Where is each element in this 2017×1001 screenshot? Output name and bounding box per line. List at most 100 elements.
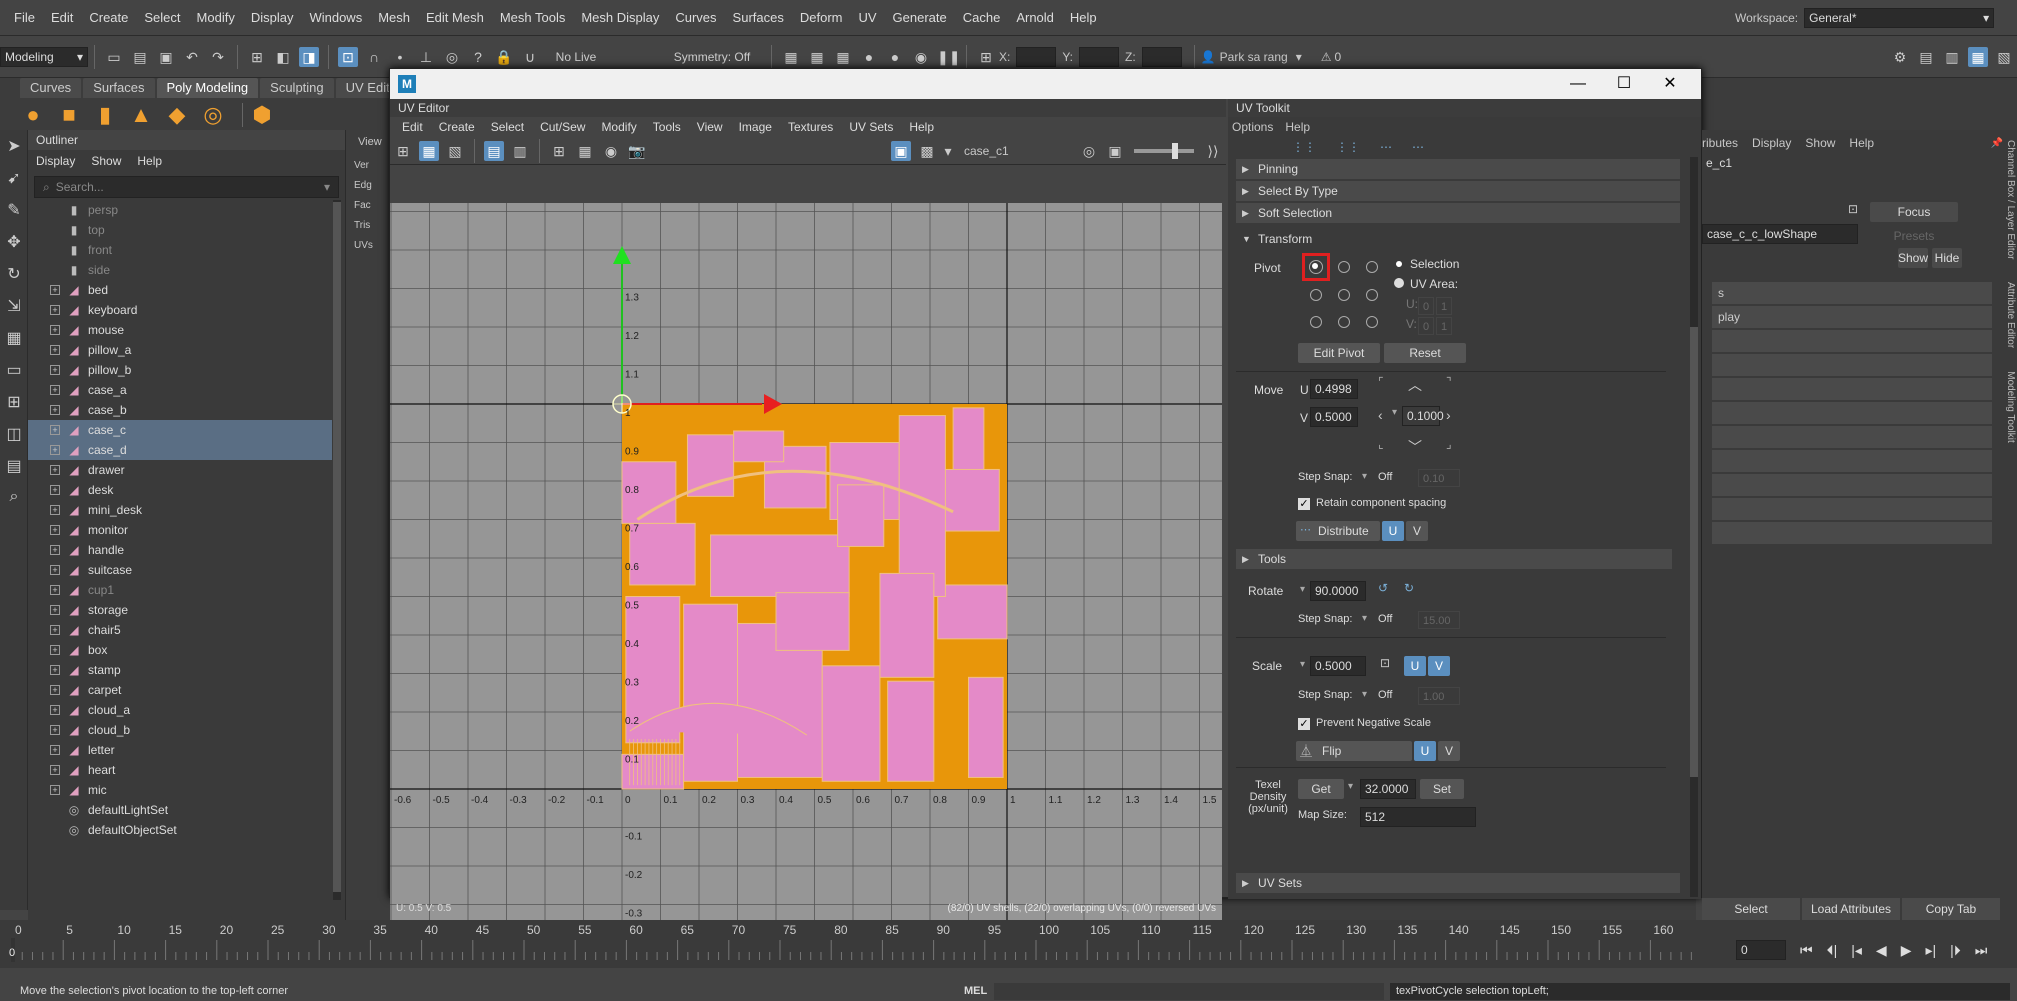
move-left-icon[interactable]: ‹: [1378, 407, 1383, 423]
attribute-row[interactable]: [1712, 330, 1992, 352]
snap-surface-icon[interactable]: ◎: [442, 47, 462, 67]
uv-shell[interactable]: [837, 484, 885, 547]
chevron-down-icon[interactable]: ▾: [1362, 689, 1367, 700]
shelf-tab-poly-modeling[interactable]: Poly Modeling: [156, 78, 259, 98]
uv-menu-uv-sets[interactable]: UV Sets: [849, 120, 893, 134]
uv-menu-create[interactable]: Create: [439, 120, 475, 134]
outliner-item[interactable]: + ◢ bed: [28, 280, 332, 300]
outliner-item[interactable]: + ◢ case_b: [28, 400, 332, 420]
step-back-key-icon[interactable]: ⏴|: [1827, 942, 1838, 959]
uv-pixel-snap-icon[interactable]: ▦: [575, 141, 595, 161]
uv-orient-icon[interactable]: ⋯: [1380, 140, 1392, 154]
texel-get-button[interactable]: Get: [1298, 779, 1344, 799]
arnold-icon[interactable]: ◉: [911, 47, 931, 67]
section-transform[interactable]: Transform: [1236, 229, 1680, 249]
move-up-left-icon[interactable]: ⌜: [1378, 375, 1384, 389]
scale-tool-icon[interactable]: ⇲: [3, 296, 25, 322]
pivot-top-left[interactable]: [1309, 260, 1323, 274]
section-pinning[interactable]: Pinning: [1236, 159, 1680, 179]
outliner-search[interactable]: ⌕ Search... ▾: [34, 176, 339, 198]
uv-layout-icon[interactable]: ⋯: [1412, 140, 1424, 154]
uv-shell[interactable]: [629, 522, 696, 586]
outliner-item[interactable]: + ◢ cloud_b: [28, 720, 332, 740]
menu-file[interactable]: File: [6, 0, 43, 36]
expand-icon[interactable]: +: [50, 525, 60, 535]
snap-curve-icon[interactable]: ∩: [364, 47, 384, 67]
uv-menu-modify[interactable]: Modify: [601, 120, 636, 134]
redo-icon[interactable]: ↷: [208, 47, 228, 67]
move-right-icon[interactable]: ›: [1446, 407, 1451, 423]
uv-shell[interactable]: [775, 592, 850, 651]
outliner-item[interactable]: ◎ defaultLightSet: [28, 800, 332, 820]
pivot-bottom-left[interactable]: [1310, 316, 1322, 328]
uv-menu-tools[interactable]: Tools: [653, 120, 681, 134]
minimize-icon[interactable]: —: [1555, 69, 1601, 99]
section-soft-selection[interactable]: Soft Selection: [1236, 203, 1680, 223]
uv-snapshot-icon[interactable]: 📷: [627, 141, 647, 161]
ipr-icon[interactable]: ▦: [833, 47, 853, 67]
chevron-down-icon[interactable]: ▾: [1300, 659, 1305, 670]
poly-plane-icon[interactable]: ◆: [164, 102, 190, 128]
pivot-selection-radio[interactable]: [1394, 259, 1404, 269]
view-menu[interactable]: View: [358, 136, 382, 148]
move-down-icon[interactable]: ﹀: [1408, 437, 1422, 457]
undo-icon[interactable]: ↶: [182, 47, 202, 67]
uv-shaded-icon[interactable]: ▦: [419, 140, 439, 161]
menu-help[interactable]: Help: [1062, 0, 1105, 36]
move-down-right-icon[interactable]: ⌟: [1446, 437, 1452, 451]
outliner-item[interactable]: + ◢ case_d: [28, 440, 332, 460]
section-tools[interactable]: Tools: [1236, 549, 1672, 569]
attribute-row[interactable]: [1712, 450, 1992, 472]
user-dropdown[interactable]: 👤 Park sa rang ▾: [1201, 50, 1321, 64]
go-to-end-icon[interactable]: ⏭: [1975, 942, 1988, 959]
menu-uv[interactable]: UV: [850, 0, 884, 36]
lock-icon[interactable]: 🔒: [494, 47, 514, 67]
expand-icon[interactable]: +: [50, 625, 60, 635]
pivot-mid-left[interactable]: [1310, 289, 1322, 301]
shelf-tab-curves[interactable]: Curves: [20, 78, 82, 98]
expand-icon[interactable]: +: [50, 725, 60, 735]
expand-icon[interactable]: +: [50, 565, 60, 575]
chevron-down-icon[interactable]: ▾: [943, 141, 953, 161]
expand-icon[interactable]: +: [50, 505, 60, 515]
outliner-item[interactable]: + ◢ pillow_a: [28, 340, 332, 360]
outliner-item[interactable]: + ◢ monitor: [28, 520, 332, 540]
expand-icon[interactable]: +: [50, 405, 60, 415]
outliner-item[interactable]: + ◢ cloud_a: [28, 700, 332, 720]
hypershade-icon[interactable]: ●: [885, 47, 905, 67]
expand-icon[interactable]: +: [50, 425, 60, 435]
expand-icon[interactable]: +: [50, 685, 60, 695]
side-tab-attribute-editor[interactable]: Attribute Editor: [2005, 282, 2016, 348]
step-back-frame-icon[interactable]: |◂: [1851, 942, 1862, 959]
uv-shell[interactable]: [887, 680, 935, 782]
expand-icon[interactable]: +: [50, 645, 60, 655]
expand-icon[interactable]: +: [50, 785, 60, 795]
channel-box-button[interactable]: Load Attributes: [1802, 898, 1900, 920]
transform-coords-icon[interactable]: ⊞: [976, 47, 996, 67]
workspace-dropdown[interactable]: General* ▾: [1804, 8, 1995, 28]
y-field[interactable]: [1079, 46, 1120, 67]
expand-icon[interactable]: +: [50, 385, 60, 395]
channel-box-icon[interactable]: ▤: [1916, 47, 1936, 67]
uv-menu-textures[interactable]: Textures: [788, 120, 833, 134]
expand-icon[interactable]: +: [50, 665, 60, 675]
select-component-icon[interactable]: ◨: [299, 46, 319, 67]
uv-shell[interactable]: [937, 584, 1008, 640]
chevron-down-icon[interactable]: ▾: [1392, 407, 1397, 418]
move-u-field[interactable]: 0.4998: [1310, 379, 1358, 399]
pin-icon[interactable]: 📌: [1991, 138, 2003, 149]
menu-mesh-display[interactable]: Mesh Display: [573, 0, 667, 36]
show-button[interactable]: Show: [1898, 248, 1928, 268]
outliner-item[interactable]: + ◢ keyboard: [28, 300, 332, 320]
select-hierarchy-icon[interactable]: ⊞: [247, 47, 267, 67]
magnet-icon[interactable]: ∪: [520, 47, 540, 67]
outliner-item[interactable]: + ◢ pillow_b: [28, 360, 332, 380]
outliner-item[interactable]: + ◢ chair5: [28, 620, 332, 640]
outliner-item[interactable]: + ◢ case_a: [28, 380, 332, 400]
retain-spacing-checkbox[interactable]: ✓: [1298, 498, 1310, 510]
scale-u-button[interactable]: U: [1404, 656, 1426, 676]
menu-mesh[interactable]: Mesh: [370, 0, 418, 36]
z-field[interactable]: [1141, 46, 1182, 67]
toolkit-scrollbar[interactable]: [1690, 157, 1698, 897]
expand-icon[interactable]: +: [50, 465, 60, 475]
